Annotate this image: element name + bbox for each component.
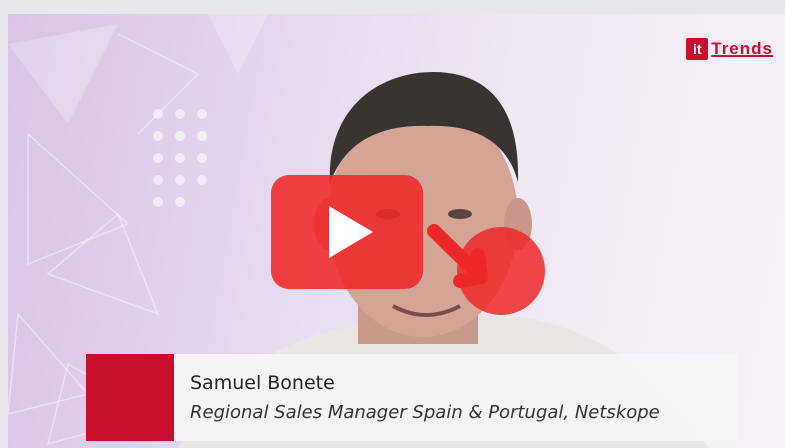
logo-badge: it	[686, 38, 709, 60]
lower-third-text: Samuel Bonete Regional Sales Manager Spa…	[174, 354, 738, 441]
play-button[interactable]	[271, 175, 423, 289]
video-player[interactable]: it Trends Samuel Bonete Regional Sales M…	[8, 14, 785, 448]
speaker-name: Samuel Bonete	[190, 372, 335, 394]
lower-third-accent-bar	[86, 354, 174, 441]
it-trends-logo: it Trends	[686, 38, 773, 60]
speaker-lower-third: Samuel Bonete Regional Sales Manager Spa…	[86, 354, 738, 441]
pointer-arrow-icon	[427, 224, 545, 315]
logo-text: Trends	[711, 39, 773, 58]
play-icon	[329, 206, 373, 258]
speaker-title: Regional Sales Manager Spain & Portugal,…	[190, 402, 660, 423]
